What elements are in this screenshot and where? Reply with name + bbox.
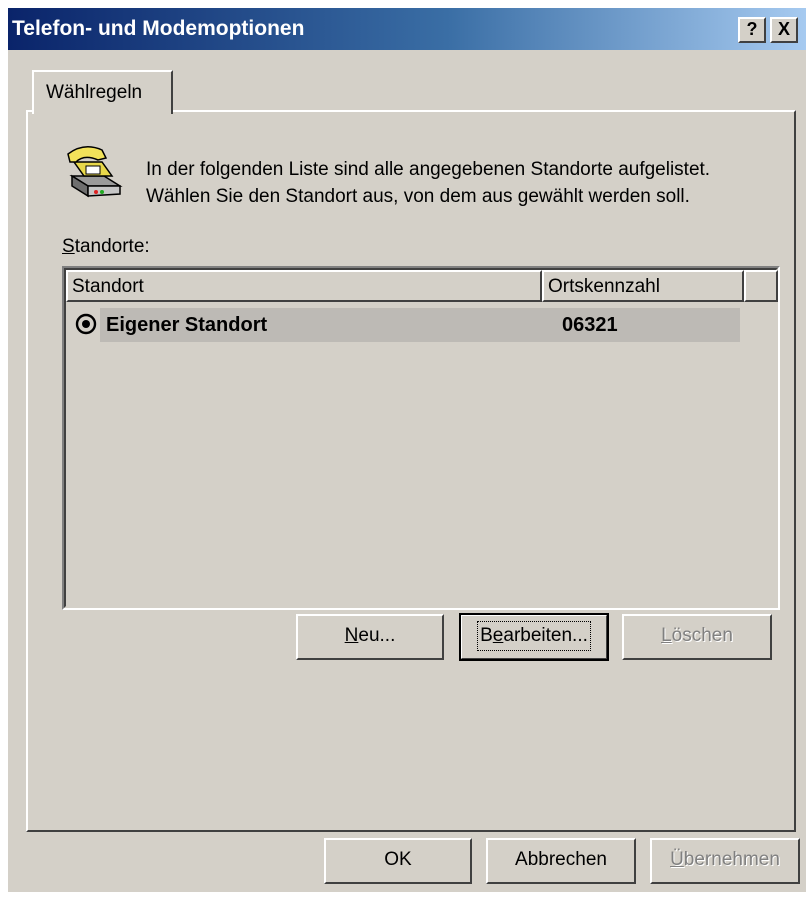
ok-button[interactable]: OK (324, 838, 472, 884)
dialog-window: Telefon- und Modemoptionen ? X Wählregel… (8, 8, 806, 892)
cell-standort: Eigener Standort (106, 314, 268, 336)
apply-button-mnemonic: Ü (670, 849, 684, 870)
description-text: In der folgenden Liste sind alle angegeb… (146, 156, 710, 210)
apply-button-rest: bernehmen (683, 849, 780, 870)
cancel-button[interactable]: Abbrechen (486, 838, 636, 884)
edit-button-pre: B (480, 625, 493, 646)
new-button[interactable]: Neu... (296, 614, 444, 660)
edit-button-mnemonic: e (492, 625, 504, 646)
close-button[interactable]: X (770, 17, 798, 43)
new-button-mnemonic: N (344, 625, 359, 646)
column-header-standort[interactable]: Standort (66, 270, 542, 302)
window-title: Telefon- und Modemoptionen (12, 17, 305, 40)
column-header-ortskennzahl[interactable]: Ortskennzahl (542, 270, 744, 302)
telephone-icon (67, 146, 123, 198)
delete-button[interactable]: Löschen (622, 614, 772, 660)
description-line-2: Wählen Sie den Standort aus, von dem aus… (146, 186, 690, 207)
tab-label: Wählregeln (46, 82, 143, 103)
new-button-rest: eu... (358, 625, 396, 646)
apply-button[interactable]: Übernehmen (650, 838, 800, 884)
locations-listview[interactable]: Standort Ortskennzahl Eigener Standort 0… (62, 266, 780, 610)
edit-button[interactable]: Bearbeiten... (459, 613, 609, 661)
help-button[interactable]: ? (738, 17, 766, 43)
listview-body: Standort Ortskennzahl Eigener Standort 0… (64, 268, 778, 608)
edit-button-focus: Bearbeiten... (477, 621, 591, 651)
edit-button-rest: arbeiten... (503, 625, 588, 646)
locations-label-rest: tandorte: (74, 236, 150, 257)
column-header-ortskennzahl-label: Ortskennzahl (548, 276, 660, 297)
column-header-filler (744, 270, 778, 302)
cell-ortskennzahl: 06321 (562, 314, 618, 336)
locations-label: Standorte: (62, 236, 150, 258)
delete-button-rest: öschen (671, 625, 733, 646)
title-bar[interactable]: Telefon- und Modemoptionen ? X (8, 8, 806, 50)
locations-label-mnemonic: S (62, 236, 75, 257)
description-line-1: In der folgenden Liste sind alle angegeb… (146, 159, 711, 180)
column-header-standort-label: Standort (72, 276, 144, 297)
location-radio-icon (75, 313, 97, 335)
delete-button-mnemonic: L (661, 625, 672, 646)
tab-waehlregeln[interactable]: Wählregeln (32, 70, 173, 114)
